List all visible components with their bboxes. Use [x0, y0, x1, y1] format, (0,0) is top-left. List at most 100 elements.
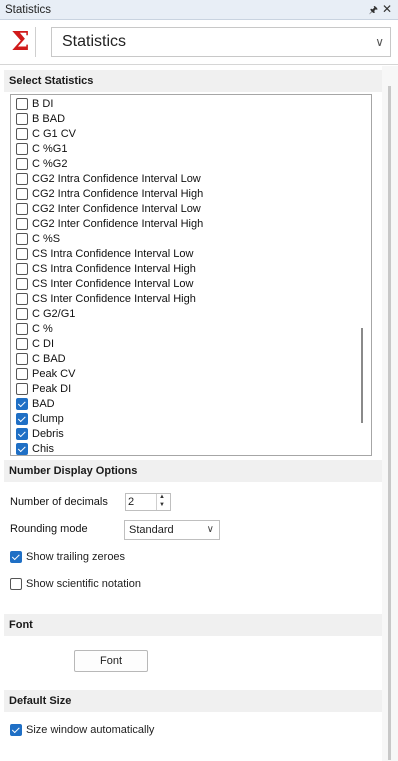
checkbox-checked-icon[interactable] — [16, 427, 28, 440]
section-header-default-size: Default Size — [4, 690, 382, 712]
checkbox-unchecked-icon[interactable] — [16, 187, 28, 200]
list-item[interactable]: C %S — [16, 231, 60, 246]
checkbox-unchecked-icon[interactable] — [16, 247, 28, 260]
checkbox-unchecked-icon[interactable] — [16, 127, 28, 140]
checkbox-unchecked-icon[interactable] — [16, 112, 28, 125]
checkbox-unchecked-icon[interactable] — [16, 307, 28, 320]
checkbox-unchecked-icon[interactable] — [16, 292, 28, 305]
checkbox-unchecked-icon[interactable] — [16, 337, 28, 350]
close-icon[interactable]: ✕ — [382, 2, 392, 16]
list-item-label: CS Intra Confidence Interval Low — [32, 247, 194, 260]
list-item[interactable]: Peak DI — [16, 381, 71, 396]
list-item[interactable]: Clump — [16, 411, 64, 426]
list-item[interactable]: C % — [16, 321, 53, 336]
rounding-mode-select[interactable]: Standard ∨ — [124, 520, 220, 540]
trailing-zeroes-checkbox[interactable]: Show trailing zeroes — [10, 551, 125, 563]
scientific-notation-checkbox[interactable]: Show scientific notation — [10, 578, 141, 590]
checkbox-checked-icon[interactable] — [16, 397, 28, 410]
list-item-label: CS Intra Confidence Interval High — [32, 262, 196, 275]
auto-size-checkbox[interactable]: Size window automatically — [10, 724, 154, 736]
section-header-font: Font — [4, 614, 382, 636]
pin-icon[interactable]: 🖈 — [369, 3, 378, 20]
checkbox-checked-icon[interactable] — [16, 442, 28, 455]
list-item[interactable]: C G2/G1 — [16, 306, 75, 321]
listbox-scrollbar-thumb[interactable] — [361, 328, 363, 423]
checkbox-unchecked-icon[interactable] — [16, 277, 28, 290]
decimals-label: Number of decimals — [10, 496, 108, 508]
list-item[interactable]: CG2 Intra Confidence Interval High — [16, 186, 203, 201]
list-item[interactable]: CS Intra Confidence Interval High — [16, 261, 196, 276]
list-item-label: C %G2 — [32, 157, 68, 170]
view-toolbar: Σ Statistics ∨ — [0, 21, 398, 65]
list-item-label: CS Inter Confidence Interval Low — [32, 277, 194, 290]
window-title: Statistics — [5, 3, 52, 16]
checkbox-unchecked-icon[interactable] — [16, 172, 28, 185]
list-item-label: B DI — [32, 97, 54, 110]
checkbox-checked-icon[interactable] — [10, 551, 22, 563]
chevron-down-icon: ∨ — [206, 524, 214, 535]
checkbox-checked-icon[interactable] — [10, 724, 22, 736]
list-item-label: Peak DI — [32, 382, 72, 395]
list-item[interactable]: B DI — [16, 96, 53, 111]
rounding-label: Rounding mode — [10, 523, 88, 535]
list-item-label: C %S — [32, 232, 61, 245]
list-item[interactable]: B BAD — [16, 111, 65, 126]
checkbox-unchecked-icon[interactable] — [16, 157, 28, 170]
checkbox-unchecked-icon[interactable] — [16, 382, 28, 395]
checkbox-unchecked-icon[interactable] — [16, 352, 28, 365]
list-item-label: C G1 CV — [32, 127, 77, 140]
list-item-label: CG2 Inter Confidence Interval Low — [32, 202, 201, 215]
list-item[interactable]: CS Intra Confidence Interval Low — [16, 246, 193, 261]
list-item-label: B BAD — [32, 112, 66, 125]
statistics-listbox[interactable]: B DI B BAD C G1 CV C %G1 C %G2 CG2 Intra Conf… — [10, 94, 372, 456]
scientific-notation-label: Show scientific notation — [26, 578, 141, 590]
panel-scrollbar-thumb[interactable] — [388, 86, 391, 760]
decimals-value: 2 — [128, 496, 135, 508]
checkbox-unchecked-icon[interactable] — [16, 322, 28, 335]
view-selector-dropdown[interactable]: Statistics ∨ — [51, 27, 391, 57]
list-item-label: CG2 Inter Confidence Interval High — [32, 217, 204, 230]
section-header-select-statistics: Select Statistics — [4, 70, 382, 92]
checkbox-unchecked-icon[interactable] — [16, 262, 28, 275]
list-item-label: C G2/G1 — [32, 307, 76, 320]
checkbox-unchecked-icon[interactable] — [16, 202, 28, 215]
list-item[interactable]: CG2 Inter Confidence Interval Low — [16, 201, 201, 216]
list-item[interactable]: CG2 Inter Confidence Interval High — [16, 216, 203, 231]
list-item[interactable]: C G1 CV — [16, 126, 76, 141]
list-item-label: CS Inter Confidence Interval High — [32, 292, 196, 305]
font-button[interactable]: Font — [74, 650, 148, 672]
checkbox-unchecked-icon[interactable] — [10, 578, 22, 590]
list-item[interactable]: Chis — [16, 441, 54, 455]
list-item[interactable]: CG2 Intra Confidence Interval Low — [16, 171, 201, 186]
list-item[interactable]: C %G1 — [16, 141, 67, 156]
list-item[interactable]: Debris — [16, 426, 64, 441]
checkbox-checked-icon[interactable] — [16, 412, 28, 425]
list-item[interactable]: CS Inter Confidence Interval High — [16, 291, 196, 306]
list-item[interactable]: C BAD — [16, 351, 66, 366]
list-item-label: C BAD — [32, 352, 66, 365]
list-item[interactable]: Peak CV — [16, 366, 75, 381]
checkbox-unchecked-icon[interactable] — [16, 367, 28, 380]
list-item[interactable]: C DI — [16, 336, 54, 351]
list-item-label: C DI — [32, 337, 54, 350]
checkbox-unchecked-icon[interactable] — [16, 232, 28, 245]
auto-size-label: Size window automatically — [26, 724, 155, 736]
view-selector-value: Statistics — [62, 33, 127, 50]
stepper-down-icon[interactable]: ▼ — [159, 502, 165, 508]
stepper-up-icon[interactable]: ▲ — [159, 494, 165, 500]
checkbox-unchecked-icon[interactable] — [16, 142, 28, 155]
decimals-stepper[interactable]: 2 ▲ ▼ — [125, 493, 171, 511]
list-item-label: Clump — [32, 412, 64, 425]
list-item[interactable]: C %G2 — [16, 156, 67, 171]
list-item-label: CG2 Intra Confidence Interval High — [32, 187, 204, 200]
list-item[interactable]: BAD — [16, 396, 55, 411]
section-header-number-display: Number Display Options — [4, 460, 382, 482]
list-item-label: BAD — [32, 397, 55, 410]
title-bar: Statistics 🖈 ✕ — [0, 0, 398, 20]
checkbox-unchecked-icon[interactable] — [16, 97, 28, 110]
list-item-label: C %G1 — [32, 142, 68, 155]
list-item[interactable]: CS Inter Confidence Interval Low — [16, 276, 193, 291]
trailing-zeroes-label: Show trailing zeroes — [26, 551, 126, 563]
checkbox-unchecked-icon[interactable] — [16, 217, 28, 230]
chevron-down-icon: ∨ — [375, 35, 384, 49]
